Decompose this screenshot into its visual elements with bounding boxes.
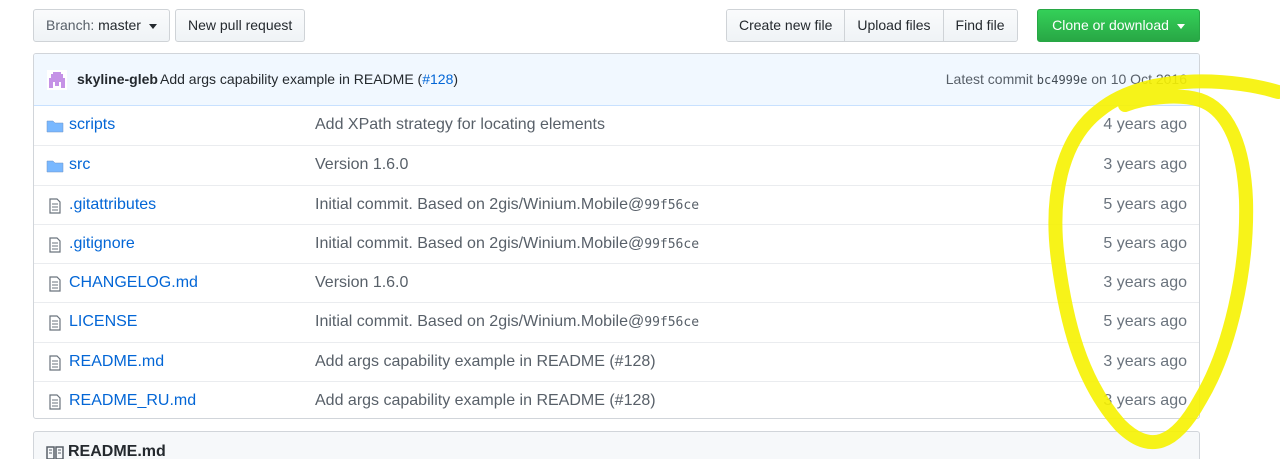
folder-icon [46,161,64,173]
file-commit-sha[interactable]: 99f56ce [644,198,699,213]
file-commit-sha[interactable]: 99f56ce [644,237,699,252]
file-row: README.md Add args capability example in … [34,341,1199,381]
file-actions-group: Create new file Upload files Find file [726,9,1018,42]
file-icon [49,315,61,332]
commit-sha-link[interactable]: bc4999e [1037,73,1088,87]
caret-down-icon [148,23,157,29]
file-commit-sha[interactable]: 99f56ce [644,315,699,330]
latest-commit-label: Latest commit [945,71,1033,87]
commit-author-link[interactable]: skyline-gleb [77,71,158,87]
book-icon [46,446,64,459]
file-commit-text: Add args capability example in README (#… [315,392,656,410]
file-name-link[interactable]: CHANGELOG.md [69,274,198,292]
file-row: .gitattributes Initial commit. Based on 2… [34,184,1199,224]
file-age: 3 years ago [1103,392,1187,410]
commit-date: on 10 Oct 2016 [1091,71,1187,87]
caret-down-icon [1176,23,1185,29]
avatar[interactable] [47,70,67,90]
file-name-link[interactable]: .gitattributes [69,196,156,214]
file-name-link[interactable]: .gitignore [69,235,135,253]
file-commit-text: Add args capability example in README (#… [315,352,656,370]
file-age: 3 years ago [1103,156,1187,174]
file-row: scripts Add XPath strategy for locating e… [34,106,1199,145]
file-listing: skyline-gleb Add args capability example… [33,53,1200,419]
file-commit-message[interactable]: Add args capability example in README (#… [315,392,656,410]
file-commit-message[interactable]: Add XPath strategy for locating elements [315,116,605,134]
file-row: src Version 1.6.0 3 years ago [34,145,1199,184]
file-name-link[interactable]: src [69,156,90,174]
create-new-file-button[interactable]: Create new file [727,10,845,41]
file-icon [49,197,61,214]
file-commit-message[interactable]: Version 1.6.0 [315,156,408,174]
file-commit-message[interactable]: Add args capability example in README (#… [315,353,656,371]
file-commit-message[interactable]: Initial commit. Based on 2gis/Winium.Mob… [315,235,699,253]
clone-or-download-button[interactable]: Clone or download [1037,9,1200,42]
file-commit-message[interactable]: Initial commit. Based on 2gis/Winium.Mob… [315,313,699,331]
new-pull-request-button[interactable]: New pull request [175,9,306,42]
pr-link[interactable]: #128 [422,71,453,87]
file-age: 5 years ago [1103,234,1187,252]
latest-commit-info: Latest commit bc4999e on 10 Oct 2016 [946,71,1187,87]
latest-commit-bar: skyline-gleb Add args capability example… [34,54,1199,106]
file-commit-text: Version 1.6.0 [315,274,409,292]
file-icon [49,276,61,292]
file-icon [49,237,61,253]
upload-files-button[interactable]: Upload files [844,10,943,41]
branch-select-button[interactable]: Branch: master [33,9,170,42]
file-commit-message[interactable]: Version 1.6.0 [315,274,408,292]
clone-label: Clone or download [1052,17,1169,33]
file-row: .gitignore Initial commit. Based on 2gis/… [34,223,1199,263]
file-age: 5 years ago [1103,195,1187,213]
file-name-link[interactable]: LICENSE [69,313,137,331]
folder-icon [46,120,64,133]
file-icon [49,355,61,371]
find-file-button[interactable]: Find file [942,10,1017,41]
branch-prefix: Branch: [46,17,95,33]
file-name-link[interactable]: README_RU.md [69,392,196,410]
commit-message-end: ) [453,71,459,87]
commit-message[interactable]: Add args capability example in README (#… [160,71,458,87]
file-commit-text: Initial commit. Based on 2gis/Winium.Mob… [315,234,645,252]
file-age: 4 years ago [1103,116,1187,133]
file-row: README_RU.md Add args capability example … [34,381,1199,418]
file-commit-text: Version 1.6.0 [315,156,409,174]
file-commit-message[interactable]: Initial commit. Based on 2gis/Winium.Mob… [315,196,699,214]
file-row: CHANGELOG.md Version 1.6.0 3 years ago [34,263,1199,302]
file-row: LICENSE Initial commit. Based on 2gis/Win… [34,302,1199,341]
file-name-link[interactable]: README.md [69,353,164,371]
file-rows: scripts Add XPath strategy for locating e… [34,106,1199,418]
file-name-link[interactable]: scripts [69,116,115,134]
readme-header: README.md [33,431,1200,459]
readme-title: README.md [68,443,166,459]
file-age: 3 years ago [1103,352,1187,370]
branch-name: master [98,17,141,33]
file-age: 5 years ago [1103,313,1187,331]
file-age: 3 years ago [1103,274,1187,292]
file-navigation-toolbar: Branch: master New pull request Create n… [33,9,1200,42]
file-commit-text: Add XPath strategy for locating elements [315,116,605,133]
file-commit-text: Initial commit. Based on 2gis/Winium.Mob… [315,195,645,213]
file-commit-text: Initial commit. Based on 2gis/Winium.Mob… [315,313,645,331]
file-icon [49,394,61,410]
commit-message-text: Add args capability example in README ( [160,71,423,87]
